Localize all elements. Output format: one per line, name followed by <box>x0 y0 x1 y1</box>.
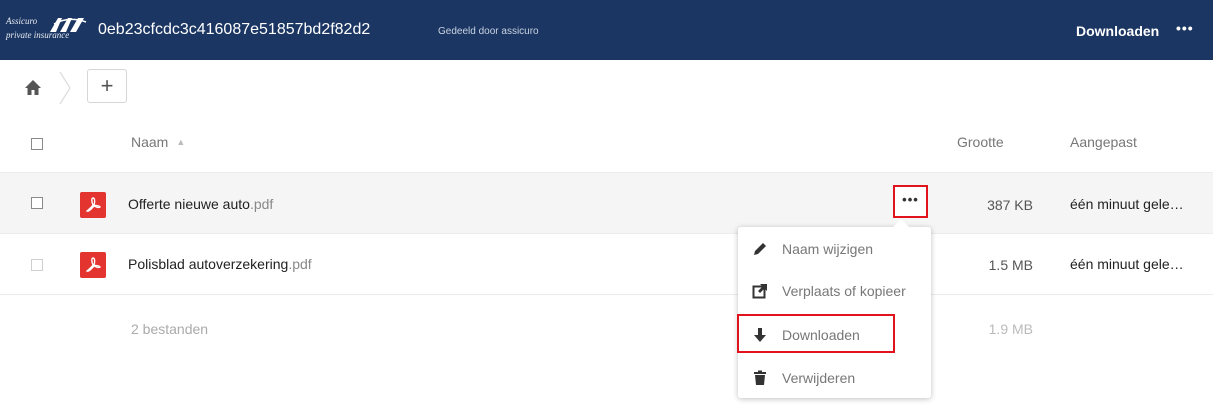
pencil-icon <box>754 243 766 255</box>
home-icon[interactable] <box>24 79 42 97</box>
header-more-button[interactable]: ••• <box>1176 20 1194 36</box>
shared-by-text: Gedeeld door assicuro <box>438 26 539 37</box>
menu-item-download[interactable]: Downloaden <box>738 315 931 355</box>
menu-item-label: Downloaden <box>782 327 860 343</box>
select-all-checkbox[interactable] <box>31 138 43 150</box>
assicuro-logo[interactable]: Assicuro private insurance <box>6 14 88 48</box>
top-header-bar: Assicuro private insurance 0eb23cfcdc3c4… <box>0 0 1213 60</box>
download-arrow-icon <box>754 328 766 342</box>
logo-mark-icon <box>50 18 87 32</box>
header-download-button[interactable]: Downloaden <box>1076 23 1159 39</box>
file-size: 387 KB <box>987 197 1033 213</box>
file-actions-menu: Naam wijzigen Verplaats of kopieer Downl… <box>738 219 931 398</box>
row-divider <box>0 294 1213 295</box>
column-header-name[interactable]: Naam ▲ <box>131 134 185 150</box>
file-size: 1.5 MB <box>988 257 1033 273</box>
breadcrumb-separator-icon <box>59 71 71 105</box>
row-divider <box>0 233 1213 234</box>
total-size-summary: 1.9 MB <box>988 321 1033 337</box>
file-name: Offerte nieuwe auto <box>128 196 250 212</box>
file-extension: .pdf <box>288 256 312 272</box>
sort-ascending-icon: ▲ <box>176 137 186 147</box>
menu-item-label: Naam wijzigen <box>782 241 874 257</box>
pdf-icon <box>80 192 106 218</box>
menu-item-delete[interactable]: Verwijderen <box>738 358 931 398</box>
file-actions-button[interactable]: ••• <box>893 185 928 218</box>
column-header-size[interactable]: Grootte <box>957 134 1004 150</box>
trash-icon <box>754 370 766 385</box>
file-modified: één minuut gele… <box>1070 256 1184 272</box>
pdf-icon <box>80 252 106 278</box>
menu-item-move-copy[interactable]: Verplaats of kopieer <box>738 271 931 311</box>
file-count-summary: 2 bestanden <box>131 321 209 337</box>
row-checkbox[interactable] <box>31 259 43 271</box>
menu-item-rename[interactable]: Naam wijzigen <box>738 229 931 269</box>
share-title: 0eb23cfcdc3c416087e51857bd2f82d2 <box>98 21 371 38</box>
file-extension: .pdf <box>249 196 274 212</box>
menu-item-label: Verwijderen <box>782 370 856 386</box>
external-link-icon <box>752 284 767 299</box>
column-header-name-label: Naam <box>131 134 169 150</box>
add-button[interactable]: + <box>87 69 127 103</box>
file-name: Polisblad autoverzekering <box>128 256 289 272</box>
column-header-modified[interactable]: Aangepast <box>1070 134 1137 150</box>
row-checkbox[interactable] <box>31 197 43 209</box>
file-modified: één minuut gele… <box>1070 196 1184 212</box>
file-name-link[interactable]: Offerte nieuwe auto.pdf <box>128 196 273 212</box>
menu-item-label: Verplaats of kopieer <box>782 283 906 299</box>
file-name-link[interactable]: Polisblad autoverzekering.pdf <box>128 256 312 272</box>
